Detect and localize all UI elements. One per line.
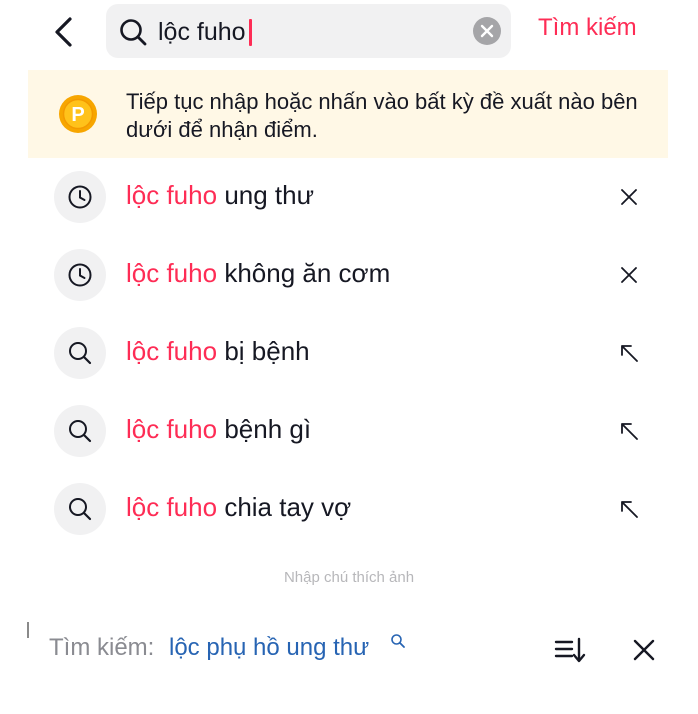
search-icon [69, 342, 92, 365]
arrow-up-left-icon [621, 501, 638, 518]
text-cursor [248, 18, 252, 46]
history-icon-wrap [54, 249, 106, 301]
history-clock-icon [68, 185, 92, 209]
search-header: lộc fuho Tìm kiếm [0, 0, 698, 64]
suggestion-item-2[interactable]: lộc fuho không ăn cơm [0, 236, 698, 314]
coin-letter: P [71, 104, 84, 126]
close-button[interactable] [624, 630, 664, 670]
points-banner: P Tiếp tục nhập hoặc nhấn vào bất kỳ đề … [28, 70, 668, 158]
search-query[interactable]: lộc fuho [158, 17, 252, 47]
close-icon [633, 639, 655, 661]
suggestion-item-5[interactable]: lộc fuho chia tay vợ [0, 470, 698, 548]
suggestion-text: lộc fuho chia tay vợ [126, 492, 351, 523]
remove-history-button[interactable] [610, 178, 648, 216]
search-icon-wrap [54, 327, 106, 379]
chevron-left-icon [55, 17, 72, 47]
history-clock-icon [68, 263, 92, 287]
suggestion-rest: bệnh gì [224, 414, 312, 444]
suggestion-text: lộc fuho ung thư [126, 180, 314, 211]
search-label: Tìm kiếm: [49, 634, 155, 661]
sort-list-icon [554, 637, 586, 663]
close-icon [621, 189, 637, 205]
search-icon [69, 498, 92, 521]
search-icon-wrap [54, 483, 106, 535]
suggestion-item-4[interactable]: lộc fuho bệnh gì [0, 392, 698, 470]
search-submit-button[interactable]: Tìm kiếm [538, 14, 637, 42]
divider [27, 622, 29, 638]
search-term-link[interactable]: lộc phụ hồ ung thư [169, 634, 369, 662]
sort-button[interactable] [550, 630, 590, 670]
query-match: lộc fuho [126, 492, 218, 522]
query-match: lộc fuho [126, 336, 218, 366]
search-query-text: lộc fuho [158, 17, 246, 46]
arrow-up-left-icon [621, 345, 638, 362]
fill-query-button[interactable] [610, 334, 648, 372]
query-match: lộc fuho [126, 414, 218, 444]
search-icon [120, 19, 147, 46]
suggestion-rest: ung thư [224, 180, 315, 210]
search-icon-wrap [54, 405, 106, 457]
search-input[interactable]: lộc fuho [106, 4, 511, 58]
close-icon [480, 24, 494, 38]
image-caption-placeholder: Nhập chú thích ảnh [283, 569, 415, 586]
fill-query-button[interactable] [610, 490, 648, 528]
suggestion-text: lộc fuho không ăn cơm [126, 258, 390, 289]
suggestion-item-1[interactable]: lộc fuho ung thư [0, 158, 698, 236]
search-icon [391, 634, 405, 648]
suggestion-item-3[interactable]: lộc fuho bị bệnh [0, 314, 698, 392]
banner-message: Tiếp tục nhập hoặc nhấn vào bất kỳ đề xu… [126, 89, 638, 142]
suggestion-rest: không ăn cơm [224, 258, 391, 288]
history-icon-wrap [54, 171, 106, 223]
close-icon [621, 267, 637, 283]
suggestion-rest: chia tay vợ [224, 492, 352, 522]
query-match: lộc fuho [126, 180, 218, 210]
query-match: lộc fuho [126, 258, 218, 288]
suggestion-text: lộc fuho bị bệnh [126, 336, 310, 367]
suggestion-rest: bị bệnh [224, 336, 310, 366]
clear-input-button[interactable] [473, 17, 501, 45]
remove-history-button[interactable] [610, 256, 648, 294]
arrow-up-left-icon [621, 423, 638, 440]
search-icon [69, 420, 92, 443]
bottom-search-bar: Tìm kiếm: lộc phụ hồ ung thư [0, 620, 698, 680]
back-button[interactable] [44, 12, 84, 52]
suggestion-text: lộc fuho bệnh gì [126, 414, 311, 445]
points-coin-icon: P [59, 95, 97, 133]
fill-query-button[interactable] [610, 412, 648, 450]
